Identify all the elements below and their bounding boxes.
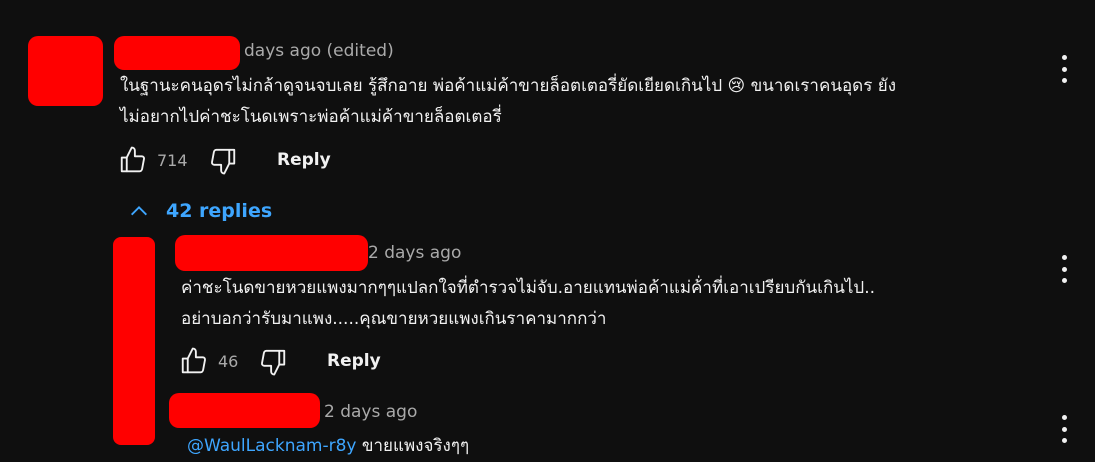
comment-text-line-1: ในฐานะคนอุดรไม่กล้าดูจนจบเลย รู้สึกอาย พ… (120, 76, 896, 96)
reply-thread-line-redacted (113, 237, 155, 445)
author-name-redacted[interactable] (114, 36, 240, 70)
reply-timestamp[interactable]: 2 days ago (368, 243, 461, 263)
thumbs-down-icon (211, 148, 236, 175)
reply-text: ขายแพงจริงๆๆ (356, 436, 470, 456)
reply-button[interactable]: Reply (327, 351, 381, 371)
reply-author-name-redacted[interactable] (169, 393, 320, 428)
replies-count-label: 42 replies (166, 200, 273, 222)
chevron-up-icon (131, 206, 147, 216)
more-vert-icon[interactable] (1054, 255, 1074, 283)
like-button[interactable] (179, 346, 209, 376)
reply-button[interactable]: Reply (277, 150, 331, 170)
avatar[interactable] (28, 36, 103, 106)
reply-author-name-redacted[interactable] (175, 235, 368, 271)
dislike-button[interactable] (258, 347, 288, 377)
more-vert-icon[interactable] (1054, 55, 1074, 83)
like-count: 46 (218, 352, 239, 371)
more-vert-icon[interactable] (1054, 415, 1074, 443)
comment-text-line-2: ไม่อยากไปค่าชะโนดเพราะพ่อค้าแม่ค้าขายล็อ… (120, 107, 502, 127)
like-count: 714 (157, 151, 188, 170)
like-button[interactable] (118, 145, 148, 175)
thumbs-up-icon (120, 146, 145, 173)
thumbs-up-icon (181, 347, 206, 374)
comment-timestamp[interactable]: days ago (edited) (244, 41, 394, 61)
reply-timestamp[interactable]: 2 days ago (324, 402, 417, 422)
reply-text-line-1: ค่าชะโนดขายหวยแพงมากๆๆแปลกใจที่ตำรวจไม่จ… (181, 278, 876, 298)
thumbs-down-icon (261, 349, 286, 376)
reply-text-partial: @WaulLacknam-r8y ขายแพงจริงๆๆ (187, 430, 469, 462)
reply-text-line-2: อย่าบอกว่ารับมาแพง.....คุณขายหวยแพงเกินร… (181, 309, 607, 329)
dislike-button[interactable] (208, 146, 238, 176)
replies-toggle[interactable]: 42 replies (128, 200, 272, 222)
mention-link[interactable]: @WaulLacknam-r8y (187, 436, 356, 456)
